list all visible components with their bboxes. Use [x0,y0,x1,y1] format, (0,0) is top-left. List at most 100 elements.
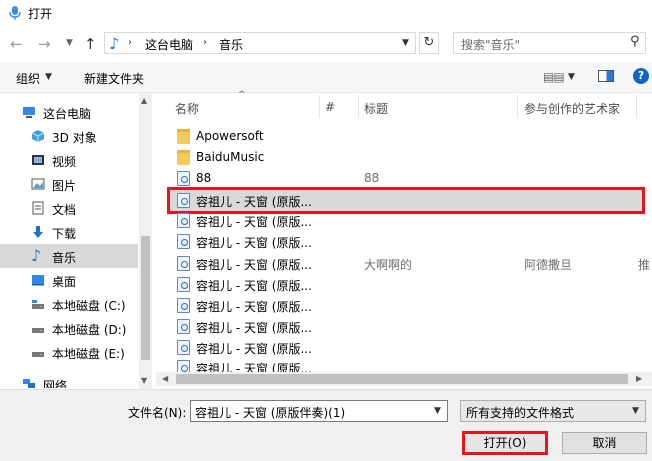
file-type-value[interactable]: 所有支持的文件格式 [466,404,574,421]
sidebar-item-this-pc[interactable]: 这台电脑 [0,100,138,124]
column-header-number[interactable]: # [325,100,335,114]
breadcrumb-separator[interactable]: › [128,37,132,48]
chevron-down-icon[interactable]: ▼ [402,38,409,48]
breadcrumb-music[interactable]: 音乐 [219,36,243,53]
sidebar-item-3d-objects[interactable]: 3D 对象 [0,124,138,148]
video-icon [32,155,44,165]
column-divider[interactable] [517,95,518,118]
chevron-down-icon[interactable]: ▼ [568,72,575,82]
file-name: 容祖儿 - 天窗 (原版... [196,321,312,335]
column-divider[interactable] [358,95,359,118]
scroll-left-icon[interactable]: ◀ [162,374,168,383]
sidebar-item-downloads[interactable]: 下载 [0,220,138,244]
document-icon [32,201,44,215]
audio-file-icon [177,340,190,355]
arrow-left-icon[interactable]: ← [10,36,23,52]
audio-file-icon [177,256,190,271]
scroll-right-icon[interactable]: ▶ [636,374,642,383]
sidebar-item-videos[interactable]: 视频 [0,148,138,172]
breadcrumb-separator[interactable]: › [203,37,207,48]
folder-icon [177,150,190,165]
sidebar-item-drive-d[interactable]: 本地磁盘 (D:) [0,316,138,340]
sidebar-scrollbar-thumb[interactable] [141,236,150,360]
sidebar-item-pictures[interactable]: 图片 [0,172,138,196]
open-button[interactable]: 打开(O) [462,431,548,455]
scroll-up-icon[interactable]: ▲ [141,96,147,105]
audio-file-icon [177,360,190,372]
folder-icon [177,129,190,144]
sidebar-item-label: 本地磁盘 (E:) [52,347,125,361]
file-name: 容祖儿 - 天窗 (原版... [196,362,312,372]
filename-label: 文件名(N): [128,406,187,420]
list-item[interactable]: 容祖儿 - 天窗 (原版... [170,274,642,295]
title-bar [0,0,652,26]
chevron-down-icon[interactable]: ▼ [66,38,73,48]
sidebar-item-documents[interactable]: 文档 [0,196,138,220]
audio-file-icon [177,213,190,228]
column-divider[interactable] [636,95,637,118]
list-item[interactable]: 容祖儿 - 天窗 (原版... [170,295,642,316]
help-icon[interactable]: ? [633,68,649,84]
sidebar-item-label: 3D 对象 [52,131,97,145]
picture-icon [31,178,45,190]
view-options-icon[interactable]: ▤▤ [543,70,565,84]
column-header-artists[interactable]: 参与创作的艺术家 [524,100,620,117]
column-divider[interactable] [319,95,320,118]
audio-file-icon [177,298,190,313]
breadcrumb-this-pc[interactable]: 这台电脑 [145,36,193,53]
list-item[interactable]: 容祖儿 - 天窗 (原版... [170,316,642,337]
file-title: 88 [364,171,380,185]
sidebar-item-drive-c[interactable]: 本地磁盘 (C:) [0,292,138,316]
list-item-selected[interactable]: 容祖儿 - 天窗 (原版... [167,187,645,214]
drive-icon [32,352,44,357]
list-item[interactable]: 容祖儿 - 天窗 (原版... [170,231,642,252]
sidebar-item-label: 图片 [52,179,77,193]
file-extra: 推 [638,258,651,272]
file-name: 容祖儿 - 天窗 (原版... [196,236,312,250]
organize-button[interactable]: 组织 [16,70,40,87]
search-icon[interactable]: ⚲ [630,34,640,49]
preview-pane-icon[interactable] [598,70,614,82]
chevron-down-icon[interactable]: ▼ [434,406,441,416]
list-item[interactable]: BaiduMusic [170,147,642,168]
list-item[interactable]: 容祖儿 - 天窗 (原版... [170,337,642,358]
sidebar-item-label: 桌面 [52,275,77,289]
list-item[interactable]: 容祖儿 - 天窗 (原版... 大啊啊的 阿德撒旦 推 [170,253,650,274]
cube-icon [31,130,45,142]
audio-file-icon [177,234,190,249]
sidebar-item-label: 文档 [52,203,77,217]
download-icon [33,226,43,238]
sidebar-item-label: 本地磁盘 (C:) [52,299,126,313]
horizontal-scrollbar-thumb[interactable] [176,374,628,384]
sidebar-item-label: 本地磁盘 (D:) [52,323,127,337]
cancel-button[interactable]: 取消 [562,432,647,454]
audio-file-icon [177,319,190,334]
list-item[interactable]: 容祖儿 - 天窗 (原版... [170,210,642,231]
column-header-name[interactable]: 名称 [175,100,199,117]
arrow-up-icon[interactable]: ↑ [84,35,97,53]
network-icon [23,379,35,388]
filename-value[interactable]: 容祖儿 - 天窗 (原版伴奏)(1) [195,404,345,421]
refresh-icon[interactable]: ↻ [419,32,439,54]
microphone-icon [9,6,21,20]
sidebar-item-label: 视频 [52,155,77,169]
chevron-down-icon[interactable]: ▼ [45,72,52,82]
list-item[interactable]: 88 88 [170,168,642,189]
sidebar-item-desktop[interactable]: 桌面 [0,268,138,292]
new-folder-button[interactable]: 新建文件夹 [84,70,144,87]
audio-file-icon [177,277,190,292]
scroll-down-icon[interactable]: ▼ [141,376,147,385]
file-name: 容祖儿 - 天窗 (原版... [196,300,312,314]
sidebar-item-music[interactable]: ♪ 音乐 [0,244,138,268]
list-item[interactable]: Apowersoft [170,126,642,147]
music-icon: ♪ [31,246,42,265]
list-item[interactable]: 容祖儿 - 天窗 (原版... [170,357,642,372]
sidebar-item-network[interactable]: 网络 [0,372,138,388]
column-header-title[interactable]: 标题 [364,100,388,117]
file-name: 容祖儿 - 天窗 (原版... [196,279,312,293]
file-name: 容祖儿 - 天窗 (原版... [196,215,312,229]
file-name: 容祖儿 - 天窗 (原版... [196,342,312,356]
arrow-right-icon[interactable]: → [38,36,51,52]
sidebar-item-drive-e[interactable]: 本地磁盘 (E:) [0,340,138,364]
chevron-down-icon[interactable]: ▼ [632,406,639,416]
